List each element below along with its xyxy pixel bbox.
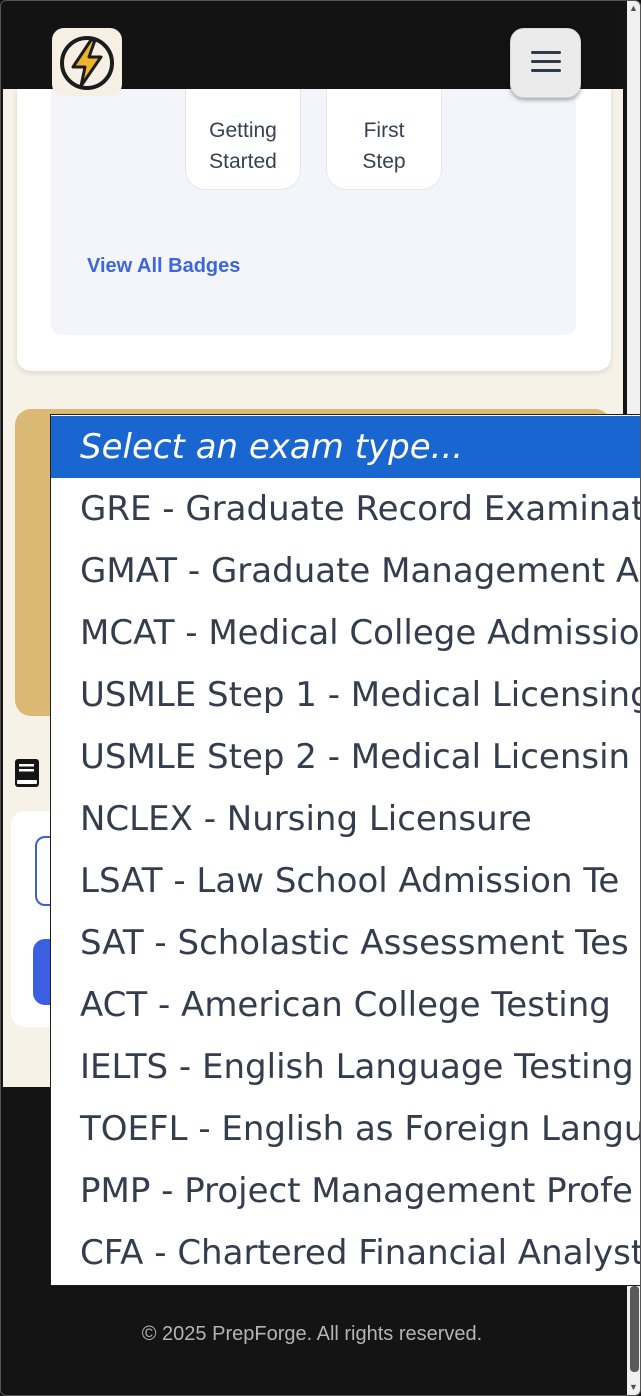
- badge-label-line1: Getting: [209, 119, 277, 142]
- app-logo[interactable]: [52, 28, 122, 96]
- view-all-badges-link[interactable]: View All Badges: [87, 255, 240, 278]
- exam-option[interactable]: MCAT - Medical College Admissio: [51, 602, 640, 664]
- book-icon: [14, 758, 40, 793]
- exam-option[interactable]: PMP - Project Management Profe: [51, 1160, 640, 1222]
- scroll-up-icon[interactable]: ▲: [628, 3, 639, 13]
- top-header: [3, 3, 623, 98]
- exam-option-placeholder[interactable]: Select an exam type...: [51, 416, 640, 478]
- app-frame: Getting Started First Step View All Badg…: [0, 0, 641, 1396]
- scroll-down-icon[interactable]: ▼: [628, 1382, 639, 1392]
- badge-label-line2: Step: [362, 150, 406, 173]
- badges-card: Getting Started First Step View All Badg…: [17, 89, 611, 371]
- hamburger-menu-button[interactable]: [510, 28, 581, 98]
- hamburger-icon: [531, 51, 561, 54]
- exam-option[interactable]: TOEFL - English as Foreign Langu: [51, 1098, 640, 1160]
- exam-option[interactable]: GRE - Graduate Record Examinat: [51, 478, 640, 540]
- exam-option[interactable]: CFA - Chartered Financial Analyst: [51, 1222, 640, 1284]
- exam-option[interactable]: ACT - American College Testing: [51, 974, 640, 1036]
- exam-option[interactable]: SAT - Scholastic Assessment Tes: [51, 912, 640, 974]
- badges-panel: Getting Started First Step View All Badg…: [51, 89, 576, 335]
- exam-option[interactable]: USMLE Step 1 - Medical Licensing: [51, 664, 640, 726]
- exam-option[interactable]: NCLEX - Nursing Licensure: [51, 788, 640, 850]
- badge-getting-started: Getting Started: [185, 89, 301, 190]
- badge-first-step: First Step: [326, 89, 442, 190]
- exam-type-dropdown[interactable]: Select an exam type... GRE - Graduate Re…: [50, 414, 640, 1286]
- exam-option[interactable]: IELTS - English Language Testing: [51, 1036, 640, 1098]
- exam-option[interactable]: GMAT - Graduate Management A: [51, 540, 640, 602]
- lightning-bolt-icon: [60, 36, 114, 90]
- copyright-text: © 2025 PrepForge. All rights reserved.: [141, 1323, 483, 1345]
- exam-option[interactable]: USMLE Step 2 - Medical Licensin: [51, 726, 640, 788]
- exam-option[interactable]: LSAT - Law School Admission Te: [51, 850, 640, 912]
- badge-label-line1: First: [363, 119, 405, 142]
- scrollbar-thumb[interactable]: [630, 1286, 639, 1372]
- badge-label-line2: Started: [209, 150, 277, 173]
